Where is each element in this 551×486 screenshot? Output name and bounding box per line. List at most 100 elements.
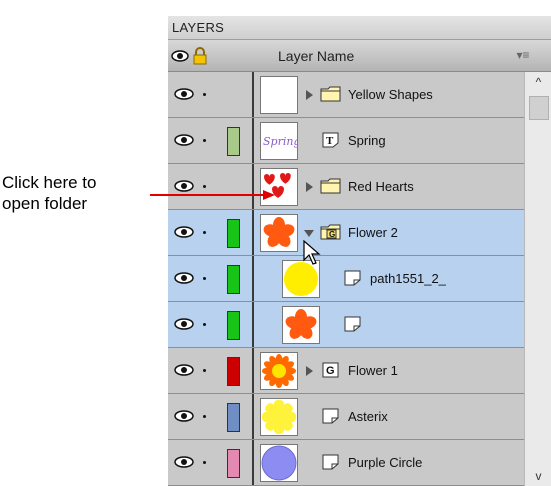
scroll-thumb[interactable] (529, 96, 549, 120)
lock-toggle[interactable] (203, 415, 206, 418)
layer-color-swatch (227, 219, 240, 248)
visibility-eye-icon[interactable] (173, 270, 195, 286)
layers-header: Layer Name ▾≡ (168, 40, 551, 72)
callout-line-2: open folder (2, 194, 88, 213)
svg-text:G: G (326, 365, 335, 377)
visibility-eye-icon[interactable] (173, 316, 195, 332)
lock-toggle[interactable] (203, 277, 206, 280)
layer-controls (168, 440, 252, 485)
layer-color-swatch (227, 449, 240, 478)
column-divider (252, 164, 254, 209)
options-menu-icon[interactable]: ▾≡ (513, 48, 533, 64)
vertical-scrollbar[interactable]: ^ v (524, 72, 551, 486)
column-divider (252, 394, 254, 439)
layers-list: Yellow Shapes Spring T Spring Red Hearts G Flo… (168, 72, 524, 486)
column-divider (252, 302, 254, 347)
layer-thumbnail (282, 306, 320, 344)
visibility-eye-icon[interactable] (173, 408, 195, 424)
layer-controls (168, 348, 252, 393)
layer-controls (168, 72, 252, 117)
column-divider (252, 440, 254, 485)
lock-toggle[interactable] (203, 369, 206, 372)
lock-toggle[interactable] (203, 231, 206, 234)
layer-row[interactable]: G Flower 2 (168, 210, 524, 256)
layer-name: Purple Circle (348, 455, 423, 470)
folder-icon (320, 85, 342, 103)
lock-toggle[interactable] (203, 185, 206, 188)
svg-text:T: T (326, 135, 334, 147)
layer-row[interactable]: path1551_2_ (168, 256, 524, 302)
layer-row[interactable] (168, 302, 524, 348)
layer-name: Red Hearts (348, 179, 414, 194)
expand-arrow-icon[interactable] (306, 366, 313, 376)
layer-name: Asterix (348, 409, 388, 424)
layer-controls (168, 210, 252, 255)
layer-name: Yellow Shapes (348, 87, 433, 102)
layer-color-swatch (227, 403, 240, 432)
lock-toggle[interactable] (203, 139, 206, 142)
group-icon: G (320, 361, 342, 379)
header-icons (171, 47, 207, 65)
layer-row[interactable]: Spring T Spring (168, 118, 524, 164)
layer-row[interactable]: Red Hearts (168, 164, 524, 210)
text-icon: T (320, 131, 342, 149)
visibility-eye-icon[interactable] (173, 454, 195, 470)
lock-toggle[interactable] (203, 93, 206, 96)
callout-text: Click here to open folder (2, 172, 152, 214)
layer-thumbnail (260, 352, 298, 390)
column-divider (252, 348, 254, 393)
layer-thumbnail (260, 76, 298, 114)
layer-row[interactable]: Yellow Shapes (168, 72, 524, 118)
lock-icon (193, 47, 207, 65)
layer-controls (168, 256, 252, 301)
visibility-eye-icon[interactable] (173, 86, 195, 102)
column-divider (252, 118, 254, 163)
folder-icon (320, 177, 342, 195)
path-icon (342, 315, 364, 333)
layer-name: Spring (348, 133, 386, 148)
layer-thumbnail: Spring (260, 122, 300, 160)
layer-name: path1551_2_ (370, 271, 446, 286)
lock-toggle[interactable] (203, 323, 206, 326)
mouse-cursor-icon (303, 240, 321, 265)
svg-text:G: G (329, 230, 335, 239)
layer-row[interactable]: Purple Circle (168, 440, 524, 486)
visibility-eye-icon[interactable] (173, 178, 195, 194)
eye-icon (171, 50, 189, 62)
layer-thumbnail (260, 398, 298, 436)
layer-controls (168, 394, 252, 439)
layer-controls (168, 302, 252, 347)
visibility-eye-icon[interactable] (173, 132, 195, 148)
layer-thumbnail (260, 168, 298, 206)
visibility-eye-icon[interactable] (173, 224, 195, 240)
expand-arrow-icon[interactable] (306, 182, 313, 192)
layer-color-swatch (227, 311, 240, 340)
layers-panel: LAYERS Layer Name ▾≡ Yellow Shapes Spring… (168, 16, 551, 486)
layer-controls (168, 164, 252, 209)
layer-row[interactable]: Asterix (168, 394, 524, 440)
layer-controls (168, 118, 252, 163)
layer-thumbnail (260, 214, 298, 252)
column-divider (252, 210, 254, 255)
scroll-up-icon[interactable]: ^ (525, 72, 551, 92)
expand-arrow-icon[interactable] (306, 90, 313, 100)
panel-title: LAYERS (168, 16, 551, 40)
path-icon (320, 407, 342, 425)
column-divider (252, 256, 254, 301)
visibility-eye-icon[interactable] (173, 362, 195, 378)
layer-color-swatch (227, 127, 240, 156)
path-icon (342, 269, 364, 287)
lock-toggle[interactable] (203, 461, 206, 464)
group-folder-icon: G (320, 223, 342, 241)
layer-name-column-header: Layer Name (278, 48, 355, 64)
path-icon (320, 453, 342, 471)
scroll-down-icon[interactable]: v (525, 466, 551, 486)
layer-name: Flower 2 (348, 225, 398, 240)
layer-color-swatch (227, 265, 240, 294)
collapse-arrow-icon[interactable] (304, 230, 314, 237)
layer-color-swatch (227, 357, 240, 386)
svg-text:Spring: Spring (263, 135, 297, 148)
column-divider (252, 72, 254, 117)
layer-thumbnail (260, 444, 298, 482)
layer-row[interactable]: G Flower 1 (168, 348, 524, 394)
